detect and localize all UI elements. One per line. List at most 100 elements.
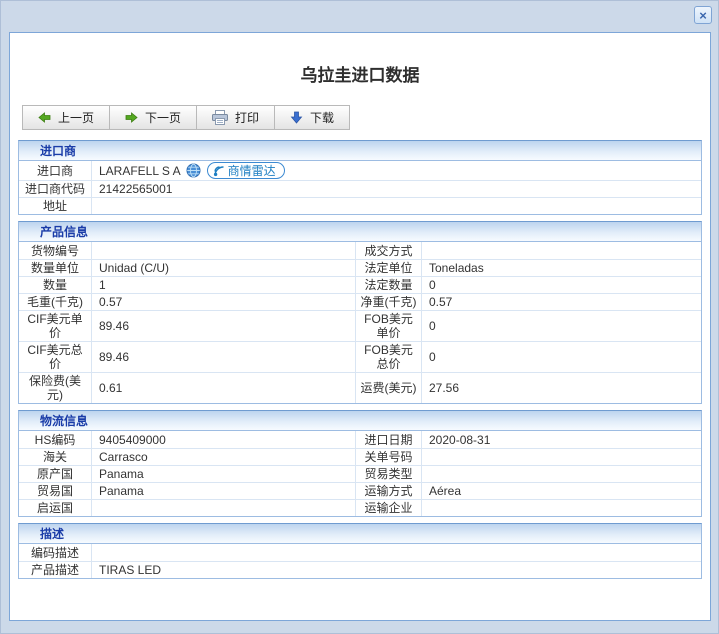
description-section-title: 描述 [40,525,64,542]
product-section-header: 产品信息 [18,221,702,241]
transport-company-label: 运输企业 [355,499,421,516]
table-row: 货物编号 成交方式 [19,242,701,259]
product-description-label: 产品描述 [19,561,91,578]
prev-page-label: 上一页 [58,109,94,126]
address-label: 地址 [19,197,91,214]
import-date-label: 进口日期 [355,431,421,448]
legal-unit-label: 法定单位 [355,259,421,276]
arrow-left-icon [38,111,51,124]
qty-unit-label: 数量单位 [19,259,91,276]
trade-type-label: 贸易类型 [355,465,421,482]
business-radar-badge[interactable]: 商情雷达 [207,162,285,179]
next-page-label: 下一页 [145,109,181,126]
code-description-label: 编码描述 [19,544,91,561]
cargo-no-value [91,242,355,259]
printer-icon [212,110,228,125]
importer-section-header: 进口商 [18,140,702,160]
download-button[interactable]: 下载 [274,105,350,130]
dialog-window: × 乌拉圭进口数据 上一页 下一页 打印 下载 进口商 [0,0,719,634]
description-section: 描述 编码描述 产品描述 TIRAS LED [18,523,702,579]
page-title: 乌拉圭进口数据 [10,61,710,81]
logistics-section-header: 物流信息 [18,410,702,430]
print-label: 打印 [235,109,259,126]
insurance-value: 0.61 [91,372,355,403]
trade-country-value: Panama [91,482,355,499]
description-section-header: 描述 [18,523,702,543]
cif-total-price-label: CIF美元总价 [19,341,91,372]
transport-mode-value: Aérea [421,482,701,499]
departure-country-value [91,499,355,516]
print-button[interactable]: 打印 [196,105,275,130]
net-weight-label: 净重(千克) [355,293,421,310]
gross-weight-value: 0.57 [91,293,355,310]
table-row: 保险费(美元) 0.61 运费(美元) 27.56 [19,372,701,403]
customs-label: 海关 [19,448,91,465]
table-row: 数量单位 Unidad (C/U) 法定单位 Toneladas [19,259,701,276]
product-section-title: 产品信息 [40,223,88,240]
download-label: 下载 [310,109,334,126]
cif-total-price-value: 89.46 [91,341,355,372]
table-row: 进口商代码 21422565001 [19,180,701,197]
close-button[interactable]: × [694,6,712,24]
logistics-table: HS编码 9405409000 进口日期 2020-08-31 海关 Carra… [18,430,702,517]
cif-unit-price-label: CIF美元单价 [19,310,91,341]
trade-type-value [421,465,701,482]
table-row: 地址 [19,197,701,214]
import-date-value: 2020-08-31 [421,431,701,448]
importer-section: 进口商 进口商 LARAFELL S A 商情雷达 进口商代码 [18,140,702,215]
table-row: 毛重(千克) 0.57 净重(千克) 0.57 [19,293,701,310]
table-row: 产品描述 TIRAS LED [19,561,701,578]
origin-country-value: Panama [91,465,355,482]
fob-total-price-value: 0 [421,341,701,372]
radar-icon [213,165,225,177]
close-icon: × [699,9,707,22]
table-row: CIF美元总价 89.46 FOB美元总价 0 [19,341,701,372]
table-row: 原产国 Panama 贸易类型 [19,465,701,482]
table-row: 贸易国 Panama 运输方式 Aérea [19,482,701,499]
declaration-no-value [421,448,701,465]
cargo-no-label: 货物编号 [19,242,91,259]
qty-label: 数量 [19,276,91,293]
importer-name: LARAFELL S A [99,164,181,178]
transport-company-value [421,499,701,516]
next-page-button[interactable]: 下一页 [109,105,197,130]
fob-unit-price-value: 0 [421,310,701,341]
arrow-right-icon [125,111,138,124]
transport-mode-label: 运输方式 [355,482,421,499]
code-description-value [91,544,701,561]
table-row: 进口商 LARAFELL S A 商情雷达 [19,161,701,180]
globe-icon[interactable] [186,163,201,178]
legal-qty-label: 法定数量 [355,276,421,293]
prev-page-button[interactable]: 上一页 [22,105,110,130]
table-row: 编码描述 [19,544,701,561]
product-table: 货物编号 成交方式 数量单位 Unidad (C/U) 法定单位 Tonelad… [18,241,702,404]
net-weight-value: 0.57 [421,293,701,310]
importer-code-value: 21422565001 [91,180,701,197]
toolbar: 上一页 下一页 打印 下载 [22,105,710,130]
legal-unit-value: Toneladas [421,259,701,276]
hs-code-value: 9405409000 [91,431,355,448]
table-row: 启运国 运输企业 [19,499,701,516]
hs-code-label: HS编码 [19,431,91,448]
table-row: 数量 1 法定数量 0 [19,276,701,293]
logistics-section: 物流信息 HS编码 9405409000 进口日期 2020-08-31 海关 … [18,410,702,517]
deal-method-value [421,242,701,259]
importer-label: 进口商 [19,161,91,180]
product-description-value: TIRAS LED [91,561,701,578]
departure-country-label: 启运国 [19,499,91,516]
gross-weight-label: 毛重(千克) [19,293,91,310]
trade-country-label: 贸易国 [19,482,91,499]
declaration-no-label: 关单号码 [355,448,421,465]
legal-qty-value: 0 [421,276,701,293]
qty-unit-value: Unidad (C/U) [91,259,355,276]
table-row: CIF美元单价 89.46 FOB美元单价 0 [19,310,701,341]
dialog-panel: 乌拉圭进口数据 上一页 下一页 打印 下载 进口商 [9,32,711,621]
arrow-down-icon [290,111,303,124]
freight-label: 运费(美元) [355,372,421,403]
insurance-label: 保险费(美元) [19,372,91,403]
table-row: 海关 Carrasco 关单号码 [19,448,701,465]
table-row: HS编码 9405409000 进口日期 2020-08-31 [19,431,701,448]
importer-value-cell: LARAFELL S A 商情雷达 [91,161,701,180]
logistics-section-title: 物流信息 [40,412,88,429]
fob-total-price-label: FOB美元总价 [355,341,421,372]
